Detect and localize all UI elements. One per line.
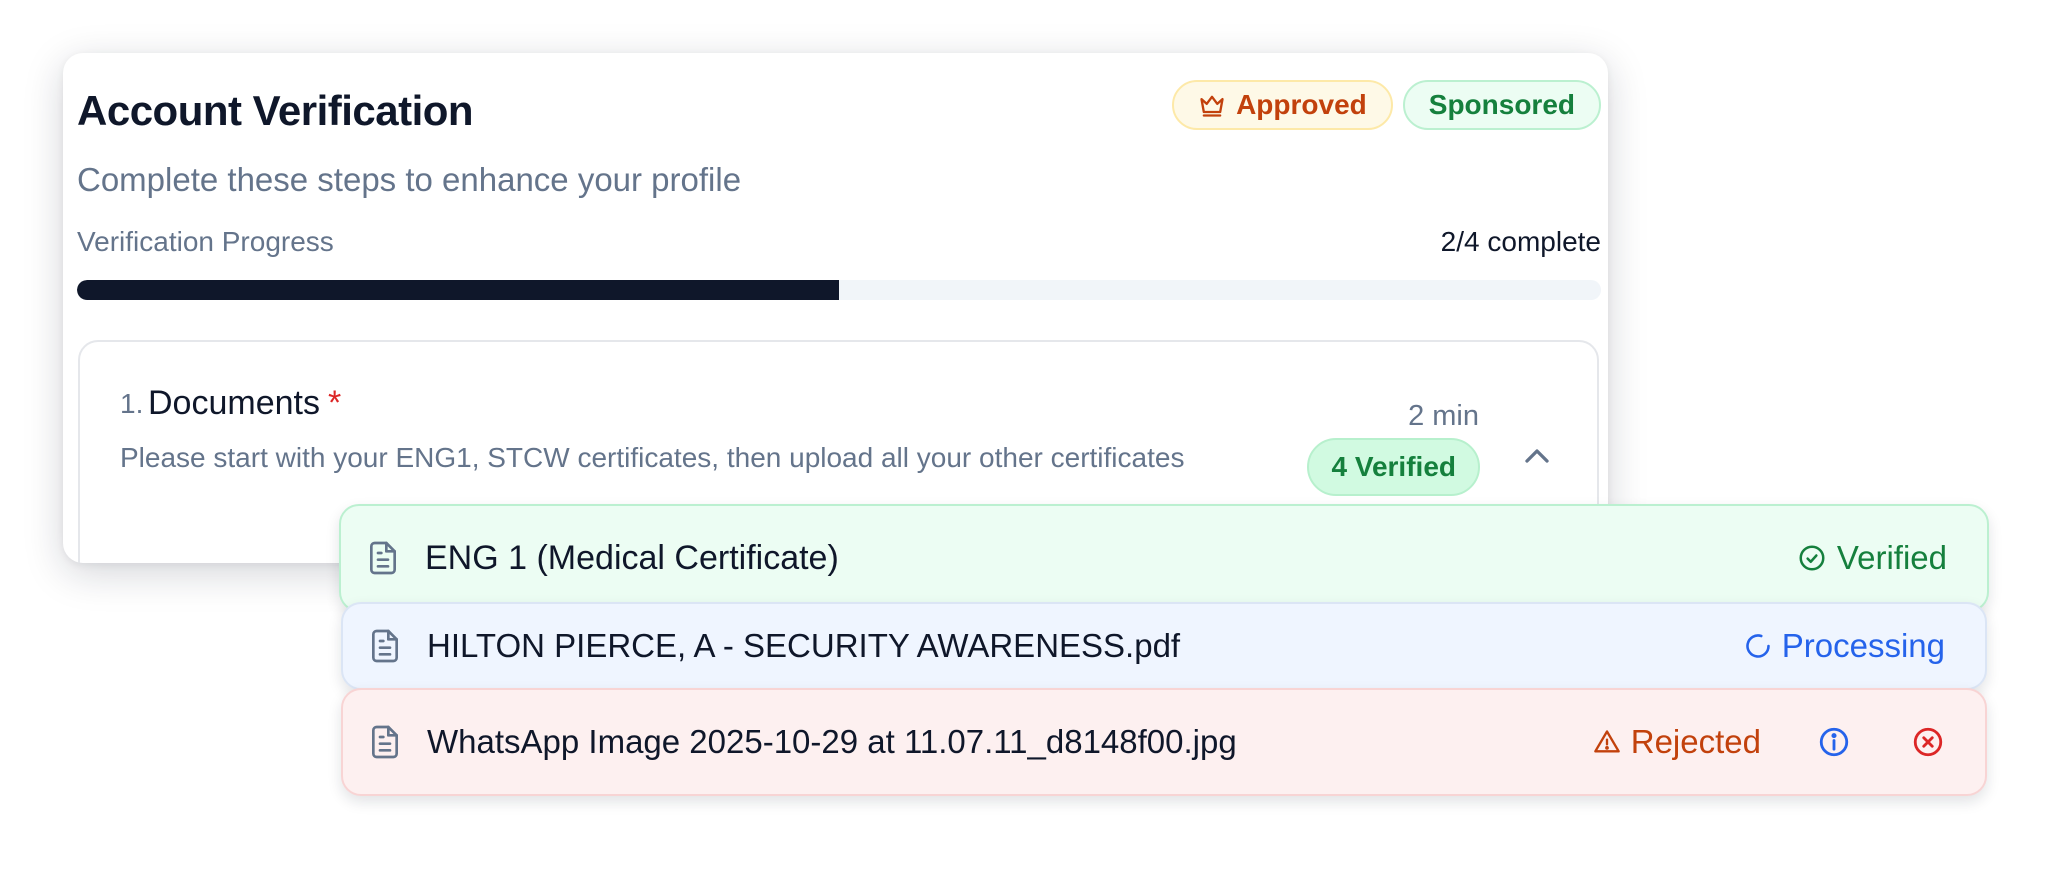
document-icon — [372, 725, 398, 759]
status-processing: Processing — [1744, 627, 1945, 665]
step-time: 2 min — [1408, 400, 1479, 432]
file-name: WhatsApp Image 2025-10-29 at 11.07.11_d8… — [427, 723, 1237, 760]
status-label: Verified — [1836, 539, 1947, 576]
file-name: ENG 1 (Medical Certificate) — [425, 538, 839, 577]
status-verified: Verified — [1797, 539, 1947, 577]
check-circle-icon — [1799, 545, 1825, 571]
required-marker: * — [327, 384, 342, 422]
step-title-text: Documents — [148, 384, 320, 422]
file-row-verified[interactable]: ENG 1 (Medical Certificate) Verified — [339, 504, 1989, 612]
approved-badge: Approved — [1172, 80, 1393, 130]
sponsored-badge-label: Sponsored — [1428, 89, 1575, 120]
step-title: Documents * — [148, 384, 341, 423]
progress-label: Verification Progress — [77, 226, 334, 257]
file-row-rejected[interactable]: WhatsApp Image 2025-10-29 at 11.07.11_d8… — [341, 688, 1987, 796]
document-icon — [372, 629, 398, 663]
progress-bar-fill — [77, 280, 839, 300]
file-name: HILTON PIERCE, A - SECURITY AWARENESS.pd… — [427, 627, 1181, 664]
status-rejected: Rejected — [1593, 723, 1761, 761]
verification-card: Account Verification Approved Sponsored … — [63, 53, 1608, 563]
chevron-up-icon[interactable] — [1517, 436, 1557, 476]
spinner-icon — [1746, 634, 1770, 658]
info-icon[interactable] — [1817, 725, 1851, 759]
file-row-processing[interactable]: HILTON PIERCE, A - SECURITY AWARENESS.pd… — [341, 602, 1987, 690]
document-icon — [370, 541, 396, 575]
crown-icon — [1200, 95, 1224, 117]
warning-icon — [1593, 730, 1620, 753]
approved-badge-label: Approved — [1236, 89, 1367, 120]
step-number: 1. — [120, 388, 144, 419]
progress-count: 2/4 complete — [1440, 226, 1601, 257]
page-title: Account Verification — [77, 87, 474, 134]
progress-bar — [77, 280, 1601, 300]
badge-group: Approved Sponsored — [1172, 80, 1601, 130]
canvas: Account Verification Approved Sponsored … — [0, 0, 2048, 871]
verified-count-badge: 4 Verified — [1307, 438, 1480, 496]
close-circle-icon[interactable] — [1911, 725, 1945, 759]
page-subtitle: Complete these steps to enhance your pro… — [77, 161, 742, 198]
status-label: Processing — [1781, 627, 1945, 664]
sponsored-badge: Sponsored — [1402, 80, 1601, 130]
step-description: Please start with your ENG1, STCW certif… — [120, 442, 1185, 473]
status-label: Rejected — [1630, 723, 1761, 760]
